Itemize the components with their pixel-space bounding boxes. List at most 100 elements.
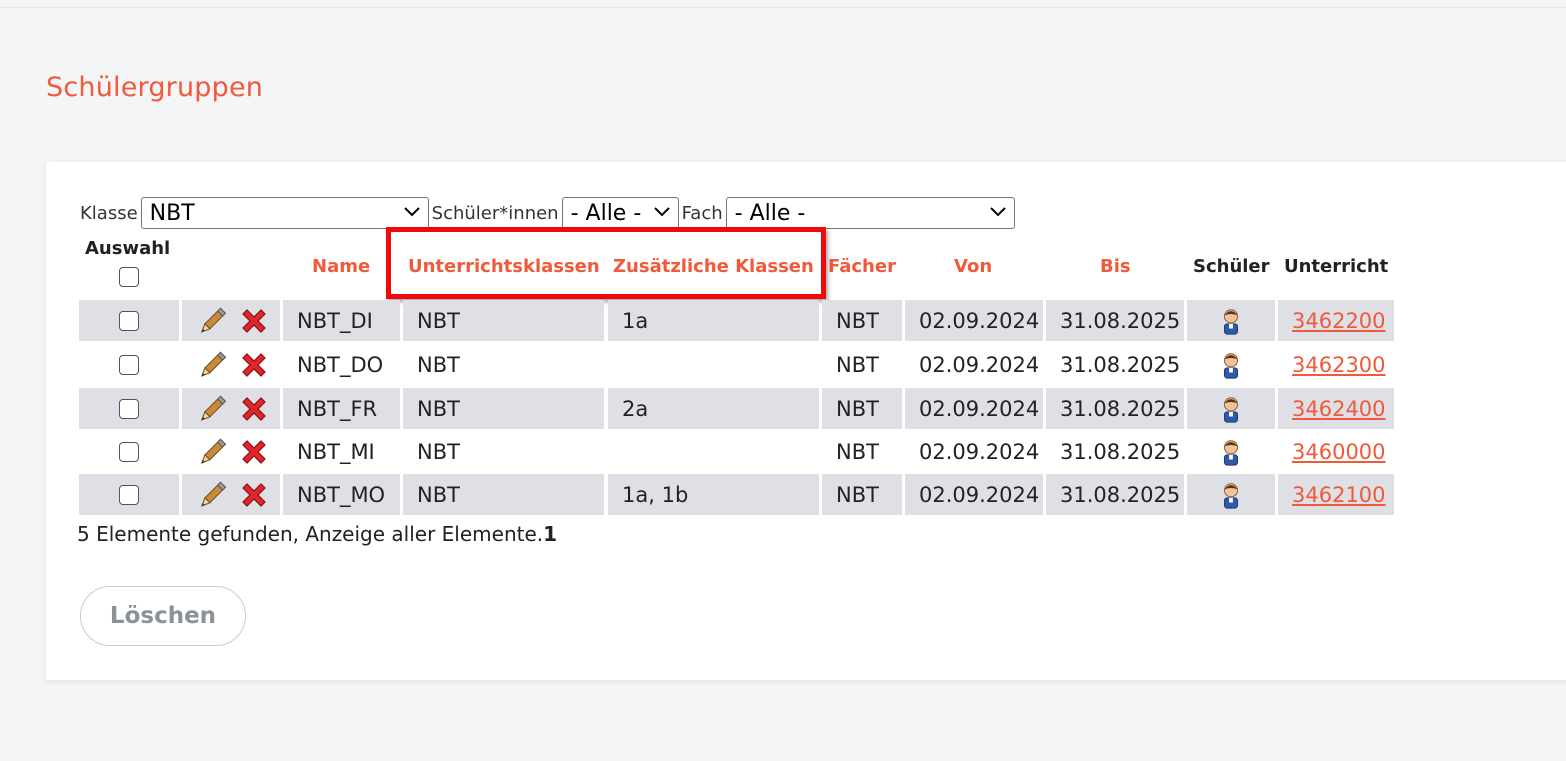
select-cell <box>79 300 179 341</box>
faecher-cell: NBT <box>822 344 902 385</box>
unterricht-cell: 3462200 <box>1278 300 1394 341</box>
bis-cell: 31.08.2025 <box>1046 388 1184 429</box>
unterrichtsklassen-cell: NBT <box>403 344 604 385</box>
unterrichtsklassen-cell: NBT <box>403 300 604 341</box>
chevron-down-icon <box>989 205 1006 221</box>
unterricht-cell: 3462300 <box>1278 344 1394 385</box>
bis-value: 31.08.2025 <box>1060 396 1181 421</box>
bis-cell: 31.08.2025 <box>1046 300 1184 341</box>
student-icon[interactable] <box>1216 350 1246 380</box>
bis-value: 31.08.2025 <box>1060 482 1181 507</box>
von-cell: 02.09.2024 <box>905 300 1043 341</box>
bis-cell: 31.08.2025 <box>1046 474 1184 515</box>
students-cell <box>1187 431 1275 472</box>
fach-select-value: - Alle - <box>734 200 806 226</box>
page-number[interactable]: 1 <box>543 522 557 546</box>
unterricht-link[interactable]: 3462300 <box>1292 353 1386 377</box>
name-cell: NBT_FR <box>283 388 400 429</box>
bis-value: 31.08.2025 <box>1060 308 1181 333</box>
unterricht-link[interactable]: 3462200 <box>1292 309 1386 333</box>
zusaetzliche-value: 1a <box>622 308 649 333</box>
zusaetzliche-value: 1a, 1b <box>622 482 689 507</box>
name-value: NBT_MI <box>297 439 375 464</box>
name-value: NBT_FR <box>297 396 378 421</box>
actions-cell <box>182 474 280 515</box>
fach-select[interactable]: - Alle - <box>725 197 1015 229</box>
pencil-icon[interactable] <box>196 479 228 511</box>
pencil-icon[interactable] <box>196 305 228 337</box>
results-summary: 5 Elemente gefunden, Anzeige aller Eleme… <box>77 522 557 546</box>
select-cell <box>79 388 179 429</box>
unterricht-link[interactable]: 3460000 <box>1292 440 1386 464</box>
student-icon[interactable] <box>1216 306 1246 336</box>
faecher-value: NBT <box>836 482 879 507</box>
delete-button[interactable]: Löschen <box>80 586 246 646</box>
select-cell <box>79 344 179 385</box>
student-icon[interactable] <box>1216 480 1246 510</box>
unterricht-link[interactable]: 3462400 <box>1292 397 1386 421</box>
student-icon[interactable] <box>1216 437 1246 467</box>
unterrichtsklassen-cell: NBT <box>403 388 604 429</box>
klasse-select[interactable]: NBT <box>140 197 429 229</box>
row-checkbox[interactable] <box>119 398 139 419</box>
von-value: 02.09.2024 <box>919 439 1040 464</box>
header-bis[interactable]: Bis <box>1100 256 1131 277</box>
unterricht-cell: 3462100 <box>1278 474 1394 515</box>
unterrichtsklassen-cell: NBT <box>403 474 604 515</box>
faecher-cell: NBT <box>822 300 902 341</box>
name-cell: NBT_MI <box>283 431 400 472</box>
pencil-icon[interactable] <box>196 349 228 381</box>
row-checkbox[interactable] <box>119 441 139 462</box>
select-all-checkbox[interactable] <box>119 267 139 287</box>
delete-x-icon[interactable] <box>238 349 270 381</box>
von-value: 02.09.2024 <box>919 308 1040 333</box>
header-von[interactable]: Von <box>954 256 992 277</box>
unterricht-cell: 3462400 <box>1278 388 1394 429</box>
pencil-icon[interactable] <box>196 436 228 468</box>
header-faecher[interactable]: Fächer <box>828 256 896 277</box>
row-checkbox[interactable] <box>119 484 139 505</box>
actions-cell <box>182 431 280 472</box>
von-cell: 02.09.2024 <box>905 474 1043 515</box>
header-name[interactable]: Name <box>312 256 370 277</box>
results-summary-text: 5 Elemente gefunden, Anzeige aller Eleme… <box>77 522 544 546</box>
von-value: 02.09.2024 <box>919 396 1040 421</box>
name-value: NBT_MO <box>297 482 386 507</box>
unterrichtsklassen-value: NBT <box>417 439 460 464</box>
unterricht-link[interactable]: 3462100 <box>1292 483 1386 507</box>
zusaetzliche-cell: 2a <box>608 388 819 429</box>
row-checkbox[interactable] <box>119 354 139 375</box>
actions-cell <box>182 388 280 429</box>
chevron-down-icon <box>653 205 670 221</box>
delete-x-icon[interactable] <box>238 305 270 337</box>
schueler-select[interactable]: - Alle - <box>561 197 679 229</box>
faecher-value: NBT <box>836 439 879 464</box>
actions-cell <box>182 300 280 341</box>
fach-label: Fach <box>681 202 723 224</box>
unterrichtsklassen-value: NBT <box>417 482 460 507</box>
unterrichtsklassen-value: NBT <box>417 396 460 421</box>
highlight-box <box>386 227 826 299</box>
von-cell: 02.09.2024 <box>905 344 1043 385</box>
pencil-icon[interactable] <box>196 393 228 425</box>
faecher-cell: NBT <box>822 474 902 515</box>
name-value: NBT_DO <box>297 352 384 377</box>
delete-x-icon[interactable] <box>238 479 270 511</box>
name-cell: NBT_DO <box>283 344 400 385</box>
header-unterricht: Unterricht <box>1284 256 1389 277</box>
zusaetzliche-cell: 1a, 1b <box>608 474 819 515</box>
faecher-cell: NBT <box>822 431 902 472</box>
schueler-select-value: - Alle - <box>570 200 642 226</box>
bis-cell: 31.08.2025 <box>1046 344 1184 385</box>
students-cell <box>1187 388 1275 429</box>
student-icon[interactable] <box>1216 394 1246 424</box>
row-checkbox[interactable] <box>119 310 139 331</box>
faecher-value: NBT <box>836 352 879 377</box>
students-cell <box>1187 300 1275 341</box>
delete-x-icon[interactable] <box>238 436 270 468</box>
chevron-down-icon <box>403 205 420 221</box>
name-cell: NBT_MO <box>283 474 400 515</box>
delete-x-icon[interactable] <box>238 393 270 425</box>
unterrichtsklassen-value: NBT <box>417 308 460 333</box>
unterricht-cell: 3460000 <box>1278 431 1394 472</box>
